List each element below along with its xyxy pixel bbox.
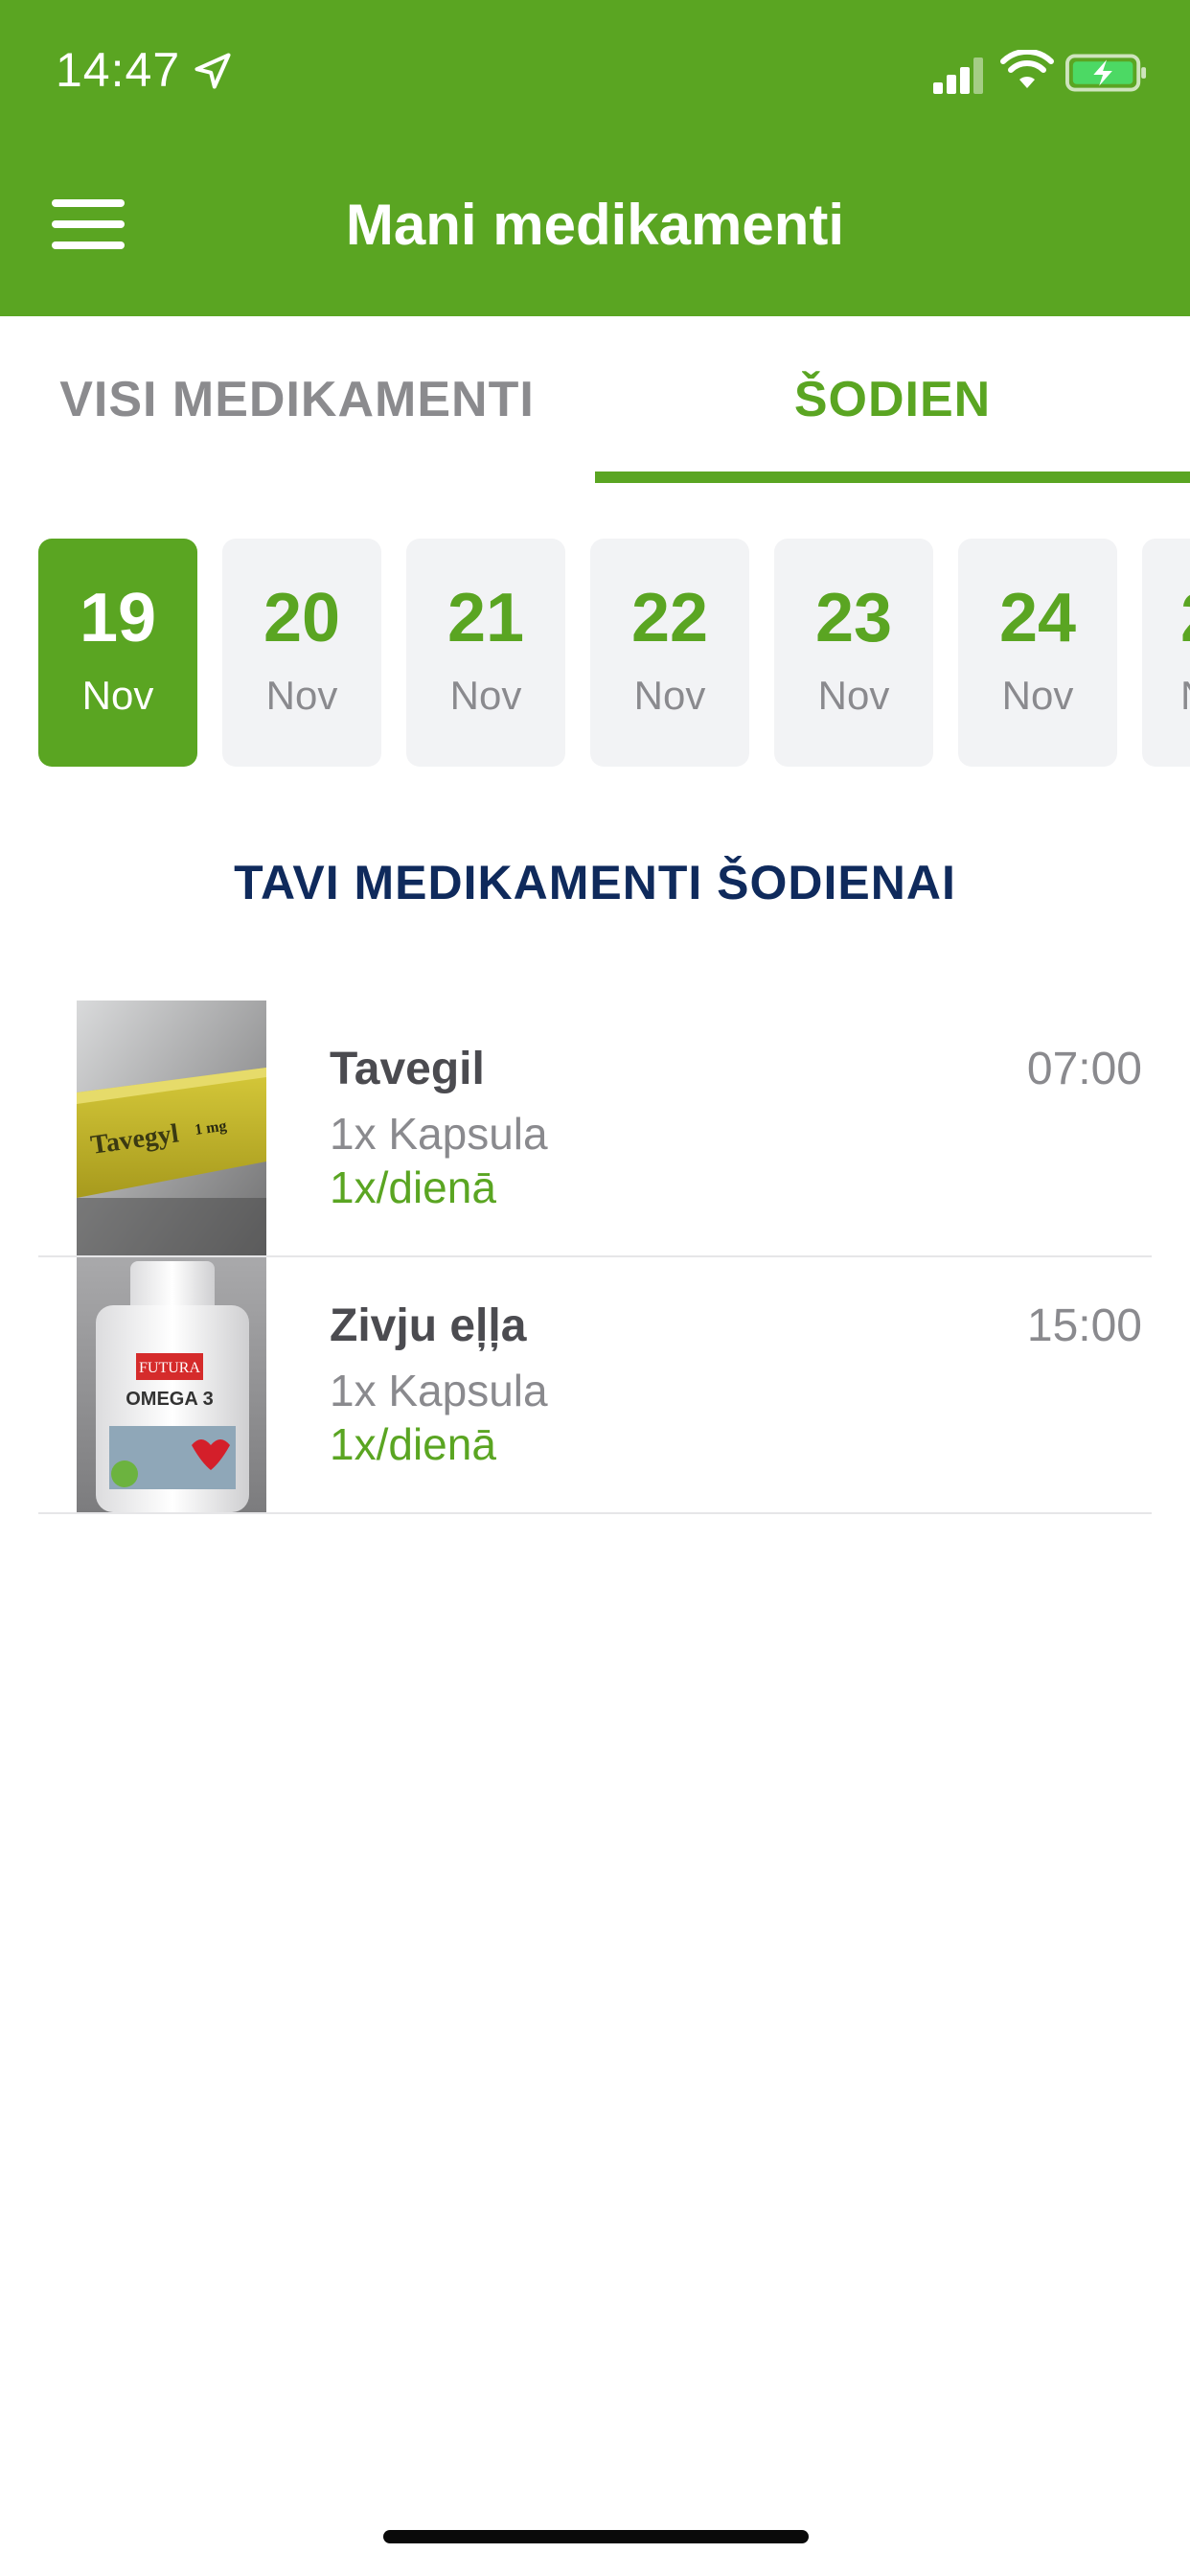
- active-tab-indicator: [595, 472, 1190, 483]
- signal-icon: [933, 58, 983, 94]
- date-day: 23: [814, 580, 893, 656]
- product-brand-text: FUTURA: [139, 1360, 200, 1376]
- medication-name: Zivju eļļa: [330, 1300, 527, 1351]
- tab-bar: VISI MEDIKAMENTI ŠODIEN: [0, 316, 1190, 483]
- wifi-icon: [1000, 50, 1054, 88]
- medication-time: 07:00: [1026, 1044, 1142, 1094]
- date-day: 20: [263, 580, 341, 656]
- date-chip[interactable]: 20 Nov: [222, 539, 381, 767]
- page-title: Mani medikamenti: [345, 193, 845, 257]
- medication-name: Tavegil: [330, 1044, 485, 1094]
- status-bar: 14:47: [0, 0, 1190, 144]
- medication-time: 15:00: [1026, 1300, 1142, 1351]
- medication-dose: 1x Kapsula: [330, 1366, 548, 1415]
- medication-dose: 1x Kapsula: [330, 1109, 548, 1159]
- medication-photo: FUTURA OMEGA 3: [77, 1257, 266, 1512]
- medication-frequency: 1x/dienā: [330, 1419, 496, 1469]
- date-day: 22: [630, 580, 709, 656]
- date-day: 21: [446, 580, 525, 656]
- date-chip[interactable]: 23 Nov: [774, 539, 933, 767]
- tab-all-medications[interactable]: VISI MEDIKAMENTI: [0, 316, 594, 483]
- medication-list: Tavegyl 1 mg Tavegil 1x Kapsula 1x/dienā…: [38, 1000, 1152, 1514]
- tab-today[interactable]: ŠODIEN: [595, 316, 1190, 483]
- home-indicator[interactable]: [383, 2530, 809, 2543]
- date-month: Nov: [1001, 673, 1074, 718]
- date-month: Nov: [817, 673, 890, 718]
- date-day: 24: [998, 580, 1077, 656]
- status-time: 14:47: [56, 43, 181, 97]
- date-picker-strip[interactable]: 19 Nov 20 Nov 21 Nov 22 Nov 23 Nov 24 No…: [0, 539, 1190, 769]
- location-arrow-icon: [195, 53, 231, 89]
- date-month: Nov: [81, 673, 154, 718]
- date-chip[interactable]: 22 Nov: [590, 539, 749, 767]
- date-month: Nov: [633, 673, 706, 718]
- section-title: TAVI MEDIKAMENTI ŠODIENAI: [234, 856, 956, 909]
- date-chip-selected[interactable]: 19 Nov: [38, 539, 197, 767]
- date-month: Nov: [449, 673, 522, 718]
- battery-charging-icon: [1065, 54, 1147, 92]
- product-name-text: OMEGA 3: [126, 1389, 214, 1410]
- date-chip-partial[interactable]: 25 Nov: [1142, 539, 1190, 767]
- medication-photo: Tavegyl 1 mg: [77, 1000, 266, 1255]
- date-day: 25: [1142, 579, 1190, 657]
- date-chip[interactable]: 24 Nov: [958, 539, 1117, 767]
- medication-frequency: 1x/dienā: [330, 1162, 496, 1212]
- medication-row[interactable]: Tavegyl 1 mg Tavegil 1x Kapsula 1x/dienā…: [38, 1000, 1152, 1257]
- date-day: 19: [79, 580, 157, 656]
- date-month: Nov: [265, 673, 338, 718]
- app-header: 14:47 Mani medikamenti: [0, 0, 1190, 316]
- date-month: Nov: [1142, 673, 1190, 719]
- date-chip[interactable]: 21 Nov: [406, 539, 565, 767]
- medication-row[interactable]: FUTURA OMEGA 3 Zivju eļļa 1x Kapsula 1x/…: [38, 1257, 1152, 1514]
